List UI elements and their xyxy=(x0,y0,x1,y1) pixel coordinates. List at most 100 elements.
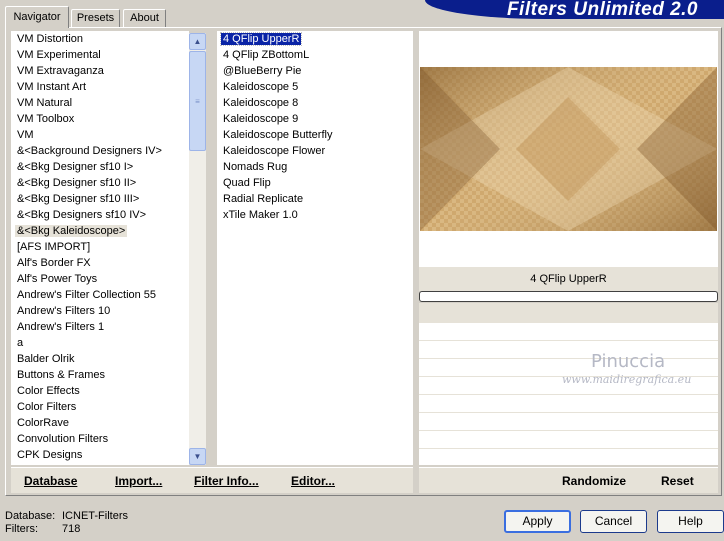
filter-item[interactable]: Kaleidoscope 8 xyxy=(217,95,413,111)
category-item-label: Convolution Filters xyxy=(17,433,109,445)
category-item[interactable]: VM xyxy=(11,127,189,143)
category-item-label: &<Bkg Designer sf10 II> xyxy=(17,177,137,189)
category-item[interactable]: Color Filters xyxy=(11,399,189,415)
filter-item-label: Kaleidoscope 9 xyxy=(223,113,299,125)
filter-item-label: 4 QFlip ZBottomL xyxy=(223,49,310,61)
category-item[interactable]: Color Effects xyxy=(11,383,189,399)
filter-item[interactable]: Kaleidoscope Butterfly xyxy=(217,127,413,143)
filter-item[interactable]: Kaleidoscope 5 xyxy=(217,79,413,95)
category-item-label: &<Bkg Designer sf10 III> xyxy=(17,193,140,205)
category-scrollbar[interactable]: ▲ ≡ ▼ xyxy=(189,33,206,465)
filter-item[interactable]: Nomads Rug xyxy=(217,159,413,175)
filter-info-button[interactable]: Filter Info... xyxy=(194,468,259,494)
apply-button[interactable]: Apply xyxy=(504,510,571,533)
preview-image xyxy=(420,67,717,231)
category-item[interactable]: Buttons & Frames xyxy=(11,367,189,383)
category-item[interactable]: Andrew's Filter Collection 55 xyxy=(11,287,189,303)
category-item[interactable]: &<Background Designers IV> xyxy=(11,143,189,159)
tab-about[interactable]: About xyxy=(123,9,166,27)
watermark-name: Pinuccia xyxy=(591,351,666,372)
category-item-label: &<Bkg Designers sf10 IV> xyxy=(17,209,147,221)
scroll-down-icon[interactable]: ▼ xyxy=(189,448,206,465)
category-item-label: Buttons & Frames xyxy=(17,369,106,381)
category-item-label: Andrew's Filters 10 xyxy=(17,305,111,317)
parameter-sliders xyxy=(419,323,718,465)
category-item[interactable]: VM Natural xyxy=(11,95,189,111)
category-item-label: &<Bkg Designer sf10 I> xyxy=(17,161,134,173)
category-item-label: a xyxy=(17,337,24,349)
category-item-label: &<Background Designers IV> xyxy=(17,145,162,157)
category-item[interactable]: CPK Designs xyxy=(11,447,189,463)
reset-button[interactable]: Reset xyxy=(661,468,694,494)
category-item[interactable]: &<Bkg Designer sf10 III> xyxy=(11,191,189,207)
category-item[interactable]: Alf's Border FX xyxy=(11,255,189,271)
category-item-label: VM Experimental xyxy=(17,49,101,61)
category-item[interactable]: VM Distortion xyxy=(11,31,189,47)
filter-item[interactable]: Radial Replicate xyxy=(217,191,413,207)
filters-label: Filters: xyxy=(5,523,38,535)
category-item-label: Color Effects xyxy=(17,385,80,397)
filter-item[interactable]: @BlueBerry Pie xyxy=(217,63,413,79)
category-item-label: &<Bkg Kaleidoscope> xyxy=(15,225,128,237)
filter-item-label: xTile Maker 1.0 xyxy=(223,209,298,221)
filter-item-label: Nomads Rug xyxy=(223,161,288,173)
category-item[interactable]: a xyxy=(11,335,189,351)
category-item-label: VM Extravaganza xyxy=(17,65,104,77)
filter-item[interactable]: 4 QFlip UpperR xyxy=(217,31,413,47)
tab-presets[interactable]: Presets xyxy=(71,9,120,27)
category-item-label: VM Distortion xyxy=(17,33,84,45)
category-item-label: VM Toolbox xyxy=(17,113,75,125)
tab-navigator[interactable]: Navigator xyxy=(5,6,69,28)
cancel-button[interactable]: Cancel xyxy=(580,510,647,533)
filter-item-label: Quad Flip xyxy=(223,177,271,189)
filter-item-label: Kaleidoscope 5 xyxy=(223,81,299,93)
category-item-label: VM Natural xyxy=(17,97,73,109)
category-item-label: VM xyxy=(17,129,34,141)
filter-item[interactable]: Quad Flip xyxy=(217,175,413,191)
category-item[interactable]: &<Bkg Kaleidoscope> xyxy=(11,223,189,239)
filters-count: 718 xyxy=(62,523,81,535)
filter-item[interactable]: 4 QFlip ZBottomL xyxy=(217,47,413,63)
category-item-label: ColorRave xyxy=(17,417,69,429)
import-button[interactable]: Import... xyxy=(115,468,162,494)
watermark-url: www.maidiregrafica.eu xyxy=(562,373,692,386)
category-item[interactable]: Alf's Power Toys xyxy=(11,271,189,287)
category-item[interactable]: [AFS IMPORT] xyxy=(11,239,189,255)
filter-item-label: Radial Replicate xyxy=(223,193,304,205)
category-item-label: Andrew's Filters 1 xyxy=(17,321,105,333)
category-item-label: Color Filters xyxy=(17,401,77,413)
filter-item[interactable]: xTile Maker 1.0 xyxy=(217,207,413,223)
category-item[interactable]: VM Experimental xyxy=(11,47,189,63)
category-item[interactable]: &<Bkg Designer sf10 II> xyxy=(11,175,189,191)
category-item-label: Andrew's Filter Collection 55 xyxy=(17,289,157,301)
category-item-label: Alf's Power Toys xyxy=(17,273,98,285)
category-item[interactable]: VM Instant Art xyxy=(11,79,189,95)
category-item[interactable]: VM Toolbox xyxy=(11,111,189,127)
filter-item-label: @BlueBerry Pie xyxy=(223,65,302,77)
category-item[interactable]: VM Extravaganza xyxy=(11,63,189,79)
category-item[interactable]: ColorRave xyxy=(11,415,189,431)
category-item[interactable]: &<Bkg Designers sf10 IV> xyxy=(11,207,189,223)
filter-item-label: Kaleidoscope 8 xyxy=(223,97,299,109)
filter-item-label: Kaleidoscope Butterfly xyxy=(223,129,333,141)
category-item[interactable]: &<Bkg Designer sf10 I> xyxy=(11,159,189,175)
category-item-label: Balder Olrik xyxy=(17,353,75,365)
category-list[interactable]: VM Distortion VM Experimental VM Extravaga… xyxy=(11,31,189,465)
category-item-label: CPK Designs xyxy=(17,449,83,461)
preview-action-bar: Randomize Reset xyxy=(419,467,718,493)
category-item[interactable]: Andrew's Filters 1 xyxy=(11,319,189,335)
database-button[interactable]: Database xyxy=(24,468,77,494)
category-item[interactable]: Andrew's Filters 10 xyxy=(11,303,189,319)
filter-list[interactable]: 4 QFlip UpperR 4 QFlip ZBottomL @BlueBerry… xyxy=(217,31,413,465)
help-button[interactable]: Help xyxy=(657,510,724,533)
filter-item-label: 4 QFlip UpperR xyxy=(219,32,303,46)
filter-item[interactable]: Kaleidoscope 9 xyxy=(217,111,413,127)
scroll-thumb[interactable]: ≡ xyxy=(189,51,206,151)
category-item[interactable]: Convolution Filters xyxy=(11,431,189,447)
filter-item[interactable]: Kaleidoscope Flower xyxy=(217,143,413,159)
category-item-label: [AFS IMPORT] xyxy=(17,241,91,253)
editor-button[interactable]: Editor... xyxy=(291,468,335,494)
randomize-button[interactable]: Randomize xyxy=(562,468,626,494)
scroll-up-icon[interactable]: ▲ xyxy=(189,33,206,50)
category-item[interactable]: Balder Olrik xyxy=(11,351,189,367)
